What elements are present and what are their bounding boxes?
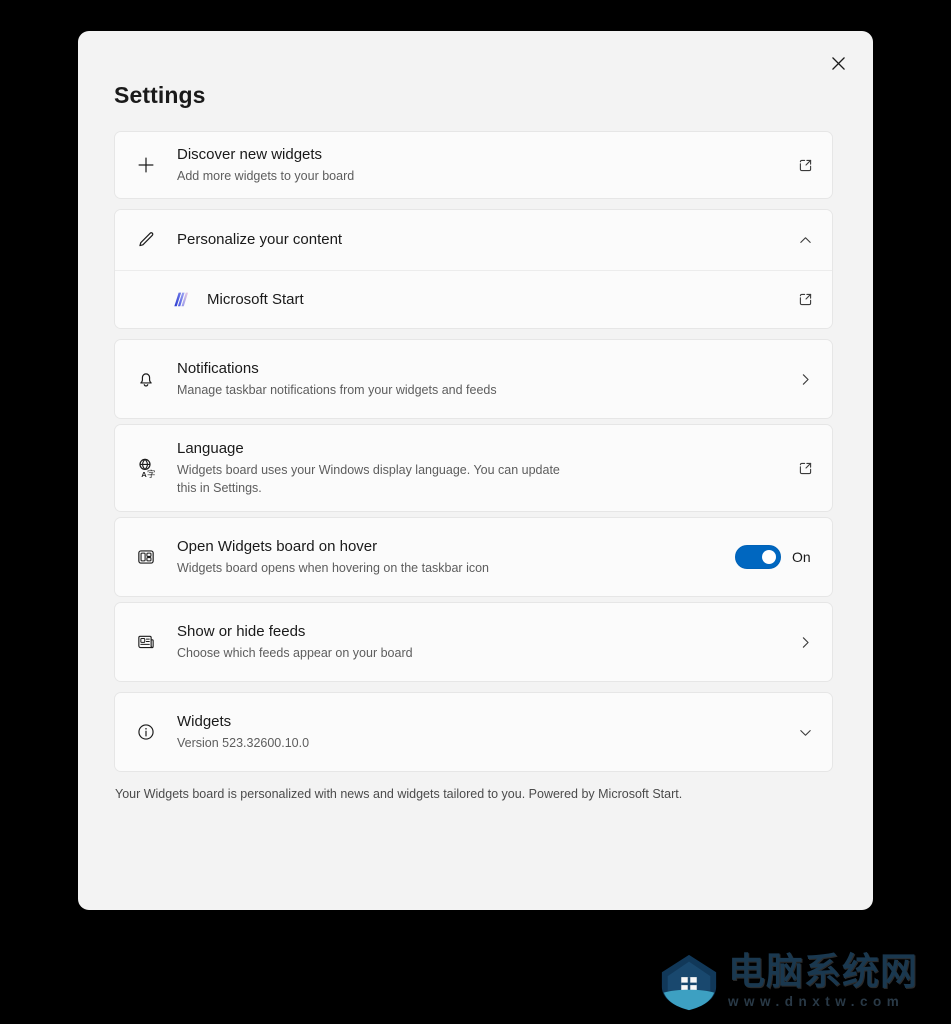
row-title: Personalize your content [177, 231, 343, 248]
card-widgets-version: Widgets Version 523.32600.10.0 [114, 692, 833, 772]
footer-note: Your Widgets board is personalized with … [115, 787, 683, 801]
open-external-icon[interactable] [797, 291, 814, 308]
row-end [790, 724, 814, 741]
settings-row-microsoft-start[interactable]: Microsoft Start [115, 270, 832, 328]
row-title: Microsoft Start [207, 290, 304, 308]
settings-row-show-or-hide-feeds[interactable]: Show or hide feeds Choose which feeds ap… [115, 603, 832, 681]
plus-icon [135, 154, 177, 176]
close-button[interactable]: Close [816, 45, 860, 81]
watermark-text: 电脑系统网 www.dnxtw.com [728, 952, 918, 1010]
widgets-board-icon [135, 546, 177, 568]
bell-icon [135, 368, 177, 390]
row-subtitle: Add more widgets to your board [177, 169, 355, 183]
row-subtitle: Version 523.32600.10.0 [177, 736, 310, 750]
row-text: Personalize your content [177, 230, 790, 250]
row-end [790, 460, 814, 477]
language-globe-icon: A 字 [135, 456, 177, 480]
settings-panel: Close Settings Discover new widgets Add … [78, 31, 873, 910]
row-title: Discover new widgets [177, 146, 323, 163]
svg-text:字: 字 [147, 469, 155, 479]
row-subtitle: Manage taskbar notifications from your w… [177, 383, 497, 397]
row-title: Language [177, 440, 244, 457]
row-end [790, 157, 814, 174]
microsoft-start-logo-glyph [174, 292, 189, 306]
feeds-icon [135, 631, 177, 653]
row-subtitle: Widgets board uses your Windows display … [177, 463, 560, 495]
hover-toggle-switch[interactable] [735, 545, 781, 569]
settings-row-discover-new-widgets[interactable]: Discover new widgets Add more widgets to… [115, 132, 832, 198]
toggle-knob [762, 550, 776, 564]
row-title: Open Widgets board on hover [177, 538, 378, 555]
row-text: Show or hide feeds Choose which feeds ap… [177, 622, 790, 662]
watermark-url: www.dnxtw.com [728, 994, 905, 1009]
row-end [790, 371, 814, 388]
settings-row-language[interactable]: A 字 Language Widgets board uses your Win… [115, 425, 832, 511]
row-end [790, 291, 814, 308]
settings-row-personalize-your-content[interactable]: Personalize your content [115, 210, 832, 270]
card-show-hide-feeds: Show or hide feeds Choose which feeds ap… [114, 602, 833, 682]
row-text: Widgets Version 523.32600.10.0 [177, 712, 790, 752]
row-end: On [735, 545, 814, 569]
row-title: Notifications [177, 360, 259, 377]
row-text: Microsoft Start [207, 290, 790, 310]
card-open-on-hover: Open Widgets board on hover Widgets boar… [114, 517, 833, 597]
card-language: A 字 Language Widgets board uses your Win… [114, 424, 833, 512]
row-text: Notifications Manage taskbar notificatio… [177, 359, 790, 399]
card-discover-widgets: Discover new widgets Add more widgets to… [114, 131, 833, 199]
open-external-icon[interactable] [797, 460, 814, 477]
chevron-right-icon[interactable] [797, 634, 814, 651]
chevron-up-icon[interactable] [797, 232, 814, 249]
toggle-state-label: On [792, 549, 811, 565]
row-end [790, 634, 814, 651]
chevron-right-icon[interactable] [797, 371, 814, 388]
row-title: Widgets [177, 713, 232, 730]
watermark-name: 电脑系统网 [728, 950, 918, 993]
settings-row-open-widgets-board-on-hover[interactable]: Open Widgets board on hover Widgets boar… [115, 518, 832, 596]
settings-list: Discover new widgets Add more widgets to… [114, 131, 833, 803]
row-subtitle: Widgets board opens when hovering on the… [177, 561, 489, 575]
row-text: Language Widgets board uses your Windows… [177, 439, 790, 497]
row-text: Discover new widgets Add more widgets to… [177, 145, 790, 185]
card-personalize-content: Personalize your content Microsoft Start [114, 209, 833, 329]
site-watermark: 电脑系统网 www.dnxtw.com [650, 942, 951, 1024]
settings-row-notifications[interactable]: Notifications Manage taskbar notificatio… [115, 340, 832, 418]
chevron-down-icon[interactable] [797, 724, 814, 741]
close-icon [831, 56, 845, 70]
pencil-icon [135, 229, 177, 251]
info-icon [135, 721, 177, 743]
row-subtitle: Choose which feeds appear on your board [177, 646, 413, 660]
page-title: Settings [114, 82, 206, 108]
settings-row-widgets-version[interactable]: Widgets Version 523.32600.10.0 [115, 693, 832, 771]
watermark-house-icon [661, 954, 717, 1011]
row-end [790, 232, 814, 249]
row-title: Show or hide feeds [177, 623, 306, 640]
card-notifications: Notifications Manage taskbar notificatio… [114, 339, 833, 419]
open-external-icon[interactable] [797, 157, 814, 174]
microsoft-start-logo [171, 290, 207, 310]
row-text: Open Widgets board on hover Widgets boar… [177, 537, 735, 577]
